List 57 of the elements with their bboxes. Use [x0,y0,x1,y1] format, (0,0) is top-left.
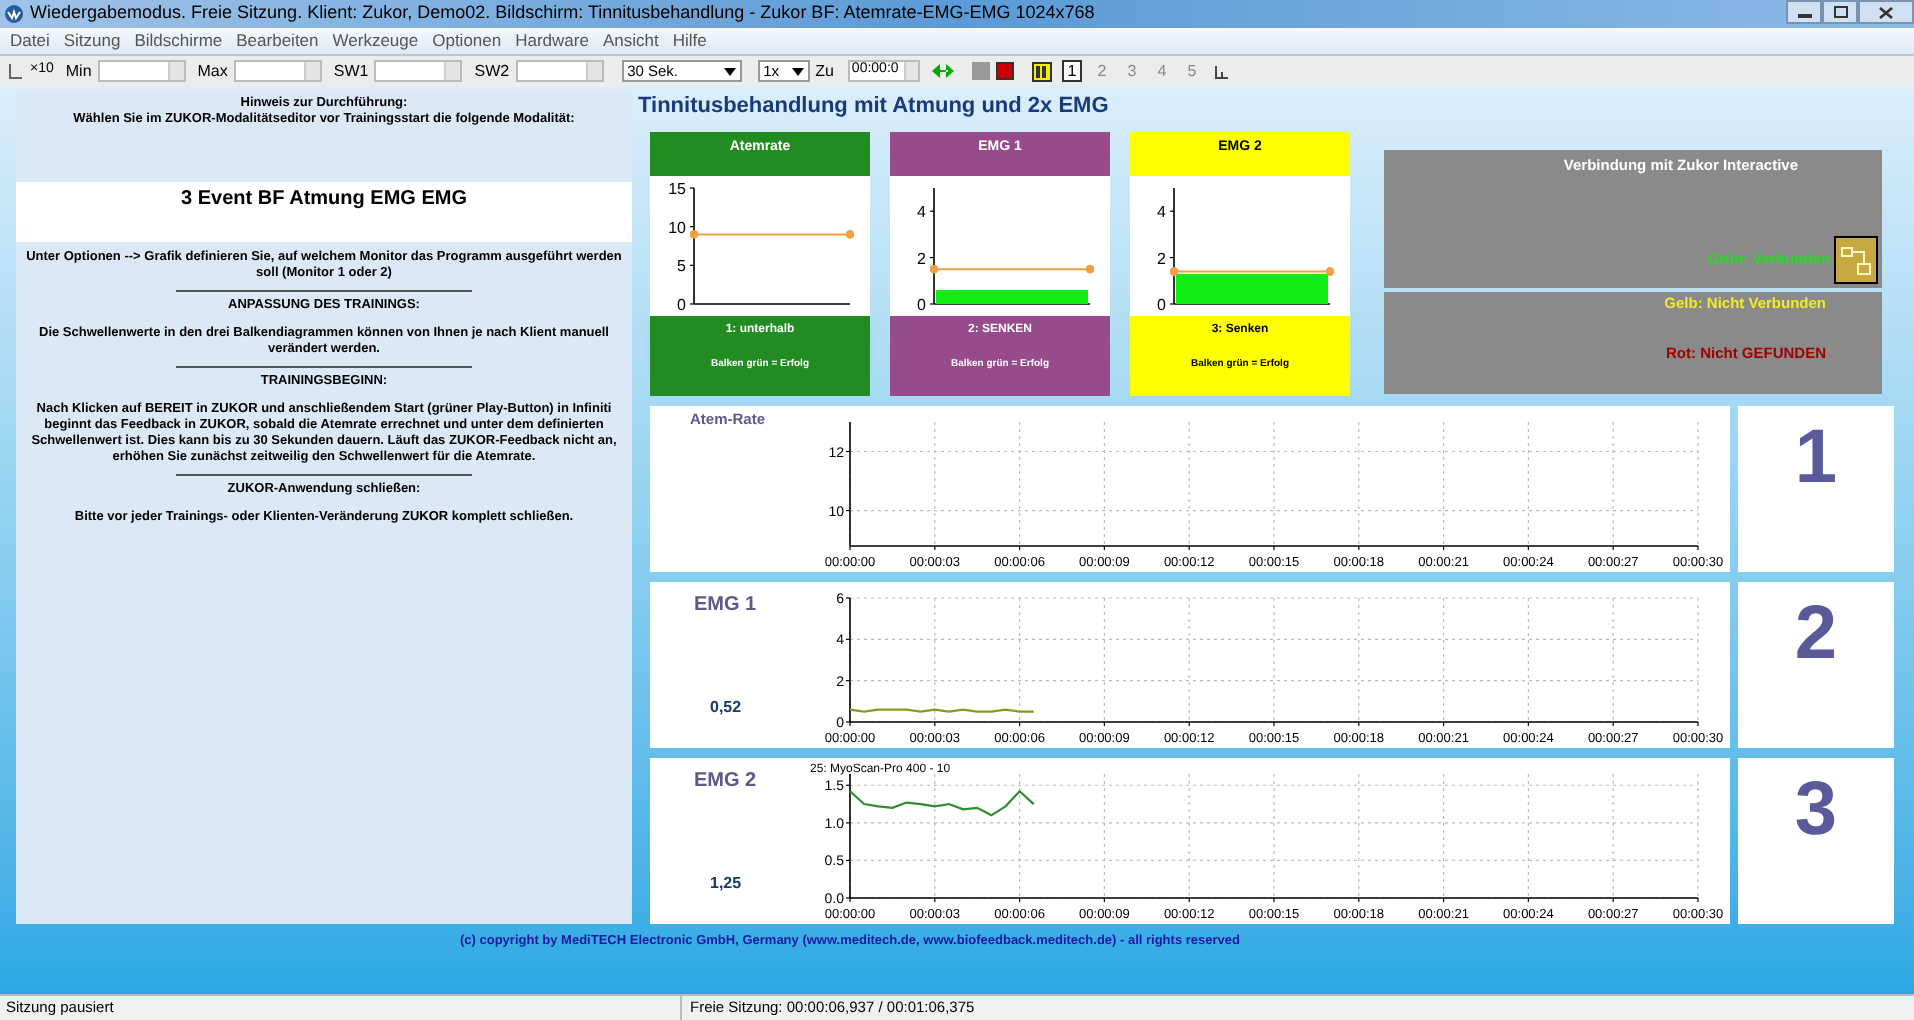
field-label: Zu [815,59,834,83]
axis-label: 2 [1157,249,1166,268]
axis-label: 4 [1157,203,1166,222]
channel-number: 2 [1794,590,1838,680]
field-label: Max [197,59,228,83]
axis-label: 4 [917,203,926,222]
record-icon[interactable] [995,62,1014,80]
close-icon [1878,5,1894,19]
menu-item[interactable]: Hardware [515,28,589,54]
axis-scale-icon[interactable] [8,63,24,79]
number-field[interactable] [374,60,463,82]
axis-label: 0 [917,296,926,314]
maximize-button[interactable] [1822,0,1858,24]
screen-title: Tinnitusbehandlung mit Atmung und 2x EMG [638,92,1111,122]
axis-label: 0 [677,296,686,314]
channel-number: 3 [1794,766,1838,856]
app-icon [4,4,24,24]
number-field[interactable] [233,60,322,82]
channel-number: 1 [1794,414,1838,504]
modality-name: 3 Event BF Atmung EMG EMG [181,188,467,212]
field-label: SW1 [333,59,369,83]
menu-item[interactable]: Ansicht [602,28,659,54]
threshold-line[interactable] [1169,267,1335,276]
number-field[interactable] [515,60,604,82]
menu-item[interactable]: Bildschirme [134,28,223,54]
caret-icon [723,67,736,75]
close-button[interactable] [1858,0,1914,24]
field-label: SW2 [474,59,510,83]
y-axis [845,421,851,547]
menu-item[interactable]: Bearbeiten [236,28,319,54]
channel-label: EMG 2 [694,768,757,796]
field-label: Min [65,59,92,83]
page-button[interactable]: 1 [1061,60,1082,82]
axis-label: 15 [668,180,686,198]
menu-item[interactable]: Werkzeuge [332,28,419,54]
caret-icon [791,67,804,75]
axis-label: 5 [677,257,686,276]
menu-item[interactable]: Datei [10,28,50,54]
y-axis [845,773,851,899]
channel-value: 1,25 [710,872,742,896]
number-field[interactable] [97,60,186,82]
menu-item[interactable]: Optionen [432,28,502,54]
y-axis [845,597,851,723]
window-title: Wiedergabemodus. Freie Sitzung. Klient: Zukor, Demo02. Bildschirm: Tinnitusbehandlung - Zukor BF: Atemrate-EMG-EMG 1024x768 [30,0,1095,27]
layout-icon[interactable] [1213,63,1230,79]
axis-label: 2 [917,249,926,268]
minimize-button[interactable] [1786,0,1822,24]
threshold-line[interactable] [689,230,855,239]
menu-item[interactable]: Sitzung [63,28,121,54]
axis-label: 0 [1157,296,1166,314]
pause-icon[interactable] [1031,61,1052,81]
connection-icon[interactable] [1834,236,1878,284]
threshold-line[interactable] [929,264,1095,274]
menu-item[interactable]: Hilfe [672,28,707,54]
channel-label: EMG 1 [694,592,757,620]
channel-value: 0,52 [710,696,742,720]
axis-label: 10 [668,218,686,237]
